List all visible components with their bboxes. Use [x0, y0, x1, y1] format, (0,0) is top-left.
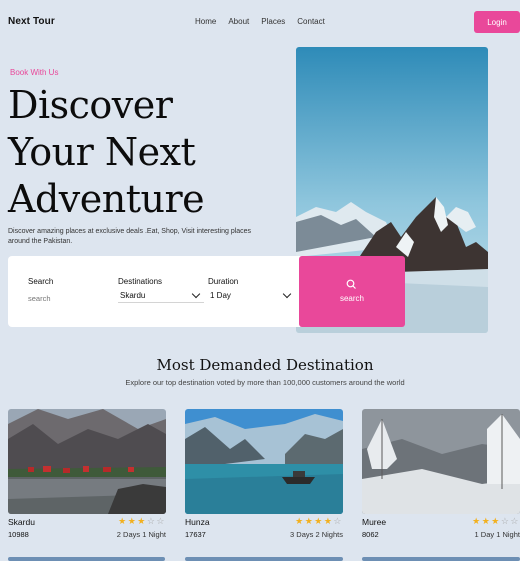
destinations-label: Destinations	[118, 277, 163, 286]
card-duration: 1 Day 1 Night	[474, 530, 520, 539]
card-price: 10988	[8, 530, 29, 539]
destinations-select[interactable]: Skardu	[120, 291, 145, 300]
search-icon	[346, 279, 356, 289]
nav-menu: Home About Places Contact	[195, 17, 325, 26]
next-row-card-edge	[362, 557, 520, 561]
top-nav: Next Tour Home About Places Contact Logi…	[0, 0, 520, 44]
next-row-card-edge	[185, 557, 343, 561]
search-panel: Search Destinations Skardu Duration 1 Da…	[8, 256, 304, 327]
card-name: Hunza	[185, 517, 210, 527]
star-filled-icon: ★	[118, 516, 128, 526]
hero-headline: Discover Your Next Adventure	[8, 82, 205, 223]
star-filled-icon: ★	[304, 516, 315, 526]
star-rating: ★★★☆☆	[118, 516, 166, 527]
nav-link-contact[interactable]: Contact	[297, 17, 325, 26]
star-filled-icon: ★	[323, 516, 334, 526]
card-price: 8062	[362, 530, 379, 539]
brand-logo[interactable]: Next Tour	[8, 16, 55, 27]
search-label: Search	[28, 277, 54, 286]
star-rating: ★★★☆☆	[472, 516, 520, 527]
destination-card-hunza[interactable]: Hunza ★★★★☆ 17637 3 Days 2 Nights	[185, 409, 343, 539]
headline-line-2: Your Next	[8, 130, 196, 174]
destination-card-muree[interactable]: Muree ★★★☆☆ 8062 1 Day 1 Night	[362, 409, 520, 539]
search-button[interactable]: search	[299, 256, 405, 327]
card-name: Skardu	[8, 517, 35, 527]
nav-link-places[interactable]: Places	[261, 17, 285, 26]
hero-eyebrow: Book With Us	[10, 68, 59, 77]
star-empty-icon: ☆	[146, 516, 157, 526]
star-empty-icon: ☆	[333, 516, 343, 526]
nav-link-about[interactable]: About	[228, 17, 249, 26]
card-name: Muree	[362, 517, 387, 527]
chevron-down-icon[interactable]	[282, 289, 292, 299]
card-price: 17637	[185, 530, 206, 539]
destination-card-skardu[interactable]: Skardu ★★★☆☆ 10988 2 Days 1 Night	[8, 409, 166, 539]
chevron-down-icon[interactable]	[191, 289, 201, 299]
star-empty-icon: ☆	[156, 516, 166, 526]
destinations-underline	[118, 302, 204, 303]
hunza-image	[185, 409, 343, 514]
muree-image	[362, 409, 520, 514]
star-filled-icon: ★	[472, 516, 482, 526]
duration-label: Duration	[208, 277, 239, 286]
login-button[interactable]: Login	[474, 11, 520, 33]
star-filled-icon: ★	[127, 516, 138, 526]
headline-line-1: Discover	[8, 83, 173, 127]
star-empty-icon: ☆	[510, 516, 520, 526]
star-filled-icon: ★	[314, 516, 324, 526]
headline-line-3: Adventure	[8, 177, 205, 221]
next-row-card-edge	[8, 557, 165, 561]
star-rating: ★★★★☆	[295, 516, 343, 527]
section-title: Most Demanded Destination	[156, 356, 374, 374]
search-button-label: search	[339, 294, 364, 303]
skardu-image	[8, 409, 166, 514]
star-filled-icon: ★	[481, 516, 492, 526]
section-subtitle: Explore our top destination voted by mor…	[125, 378, 405, 387]
search-input[interactable]	[28, 294, 108, 303]
star-filled-icon: ★	[295, 516, 305, 526]
star-empty-icon: ☆	[500, 516, 511, 526]
hero-description: Discover amazing places at exclusive dea…	[8, 228, 252, 245]
card-duration: 3 Days 2 Nights	[290, 530, 343, 539]
star-filled-icon: ★	[137, 516, 147, 526]
duration-select[interactable]: 1 Day	[210, 291, 231, 300]
nav-link-home[interactable]: Home	[195, 17, 216, 26]
card-duration: 2 Days 1 Night	[116, 530, 166, 539]
star-filled-icon: ★	[491, 516, 501, 526]
